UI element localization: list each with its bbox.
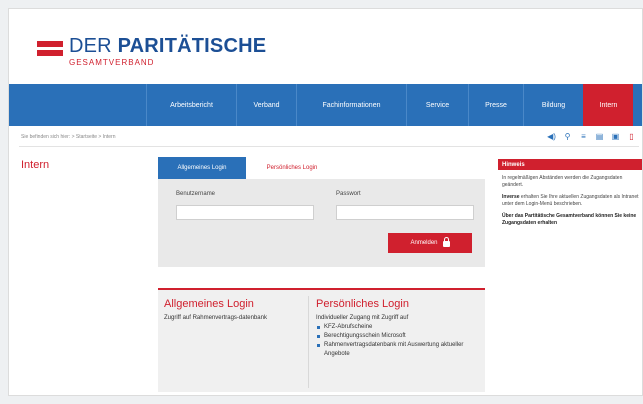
sidebar-title: Intern: [21, 159, 50, 171]
login-info-panels: Allgemeines Login Zugriff auf Rahmenvert…: [158, 288, 485, 392]
hint-paragraph: Inverse erhalten Sie Ihre aktuellen Zuga…: [502, 194, 639, 207]
main-nav: Arbeitsbericht Verband Fachinformationen…: [9, 84, 642, 126]
nav-item-service[interactable]: Service: [406, 84, 468, 126]
personal-login-panel: Persönliches Login Individueller Zugang …: [316, 298, 482, 359]
list-item: KFZ-Abrufscheine: [316, 323, 482, 332]
hint-paragraph: In regelmäßigen Abständen werden die Zug…: [502, 175, 623, 188]
list-item: Berechtigungsschein Microsoft: [316, 332, 482, 341]
lock-icon: [442, 237, 450, 247]
breadcrumb: Sie befinden sich hier: > Startseite > I…: [21, 134, 116, 140]
tab-general-login[interactable]: Allgemeines Login: [158, 157, 246, 179]
general-login-text: Zugriff auf Rahmenvertrags-datenbank: [164, 315, 267, 321]
toolbar: ◀) ⚲ ≡ ▤ ▣ ▯: [547, 132, 636, 141]
nav-item-presse[interactable]: Presse: [468, 84, 523, 126]
hint-box: Hinweis In regelmäßigen Abständen werden…: [498, 159, 642, 277]
logo-mark-icon: [37, 38, 63, 58]
header: DER PARITÄTISCHE GESAMTVERBAND: [9, 9, 642, 81]
speaker-icon[interactable]: ◀): [547, 132, 556, 141]
general-login-title: Allgemeines Login: [164, 298, 254, 310]
divider: [19, 146, 639, 147]
logo-subtitle: GESAMTVERBAND: [69, 58, 155, 67]
hint-body: In regelmäßigen Abständen werden die Zug…: [498, 170, 642, 227]
personal-login-list: KFZ-Abrufscheine Berechtigungsschein Mic…: [316, 323, 482, 359]
login-button[interactable]: Anmelden: [388, 233, 472, 253]
page-icon[interactable]: ▤: [595, 132, 604, 141]
logo[interactable]: DER PARITÄTISCHE GESAMTVERBAND: [37, 36, 266, 67]
password-input[interactable]: [336, 205, 474, 220]
breadcrumb-row: Sie befinden sich hier: > Startseite > I…: [9, 131, 642, 145]
personal-login-title: Persönliches Login: [316, 298, 409, 310]
personal-login-intro: Individueller Zugang mit Zugriff auf: [316, 315, 409, 321]
tab-personal-login[interactable]: Persönliches Login: [246, 157, 338, 179]
nav-item-fachinformationen[interactable]: Fachinformationen: [296, 84, 406, 126]
general-login-panel: Allgemeines Login Zugriff auf Rahmenvert…: [164, 298, 302, 323]
nav-item-verband[interactable]: Verband: [236, 84, 296, 126]
password-label: Passwort: [336, 191, 361, 197]
login-button-label: Anmelden: [410, 240, 438, 246]
username-label: Benutzername: [176, 191, 216, 197]
username-input[interactable]: [176, 205, 314, 220]
hint-paragraph: Über das Partitätische Gesamtverband kön…: [502, 213, 637, 226]
save-icon[interactable]: ▣: [611, 132, 620, 141]
nav-item-arbeitsbericht[interactable]: Arbeitsbericht: [146, 84, 236, 126]
hint-title: Hinweis: [498, 159, 642, 170]
list-item: Rahmenvertragsdatenbank mit Auswertung a…: [316, 341, 482, 359]
logo-title: DER PARITÄTISCHE: [69, 35, 267, 57]
page: DER PARITÄTISCHE GESAMTVERBAND Arbeitsbe…: [8, 8, 643, 396]
nav-item-bildung[interactable]: Bildung: [523, 84, 583, 126]
panel-divider: [308, 296, 309, 388]
nav-item-intern[interactable]: Intern: [583, 84, 633, 126]
print-icon[interactable]: ≡: [579, 132, 588, 141]
login-form: Benutzername Passwort Anmelden: [158, 179, 485, 267]
font-icon[interactable]: ▯: [627, 132, 636, 141]
search-icon[interactable]: ⚲: [563, 132, 572, 141]
login-tabs: Allgemeines Login Persönliches Login: [158, 157, 338, 179]
